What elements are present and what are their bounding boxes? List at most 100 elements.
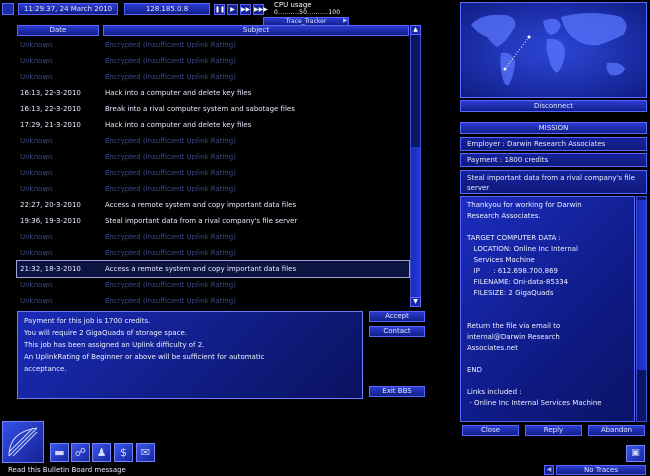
- date-column-header[interactable]: Date: [17, 25, 99, 36]
- row-date: Unknown: [20, 73, 53, 81]
- row-date: 21:32, 18-3-2010: [20, 265, 81, 273]
- table-row[interactable]: 21:32, 18-3-2010 Access a remote system a…: [16, 260, 410, 278]
- row-date: 16:13, 22-3-2010: [20, 105, 81, 113]
- detail-line: acceptance.: [24, 365, 67, 373]
- row-date: 22:27, 20-3-2010: [20, 201, 81, 209]
- pause-speed-button[interactable]: ❚❚: [214, 4, 225, 15]
- detail-line: Payment for this job is 1700 credits.: [24, 317, 151, 325]
- row-date: 19:36, 19-3-2010: [20, 217, 81, 225]
- no-traces-arrow-icon[interactable]: ◀: [544, 465, 554, 475]
- table-row[interactable]: Unknown Encrypted (Insufficient Uplink Ra…: [17, 69, 409, 85]
- fastest-speed-button[interactable]: ▶▶▶: [253, 4, 268, 15]
- letter-line: Services Machine: [467, 256, 535, 264]
- row-subject: Encrypted (Insufficient Uplink Rating): [105, 41, 236, 49]
- scroll-up-icon[interactable]: ▲: [410, 25, 421, 35]
- contact-button[interactable]: Contact: [369, 326, 425, 337]
- employer-field: Employer : Darwin Research Associates: [460, 137, 647, 151]
- row-date: Unknown: [20, 41, 53, 49]
- game-clock[interactable]: 11:29.37, 24 March 2010: [18, 3, 118, 15]
- user-status-icon[interactable]: ♟: [92, 443, 111, 462]
- table-row[interactable]: Unknown Encrypted (Insufficient Uplink Ra…: [17, 149, 409, 165]
- row-subject: Encrypted (Insufficient Uplink Rating): [105, 73, 236, 81]
- letter-line: FILENAME: Oni-data-85334: [467, 278, 569, 286]
- cpu-usage-label: CPU usage: [274, 1, 312, 9]
- letter-line: TARGET COMPUTER DATA :: [467, 234, 561, 242]
- letter-scrollbar-thumb[interactable]: [637, 200, 646, 370]
- table-row[interactable]: Unknown Encrypted (Insufficient Uplink Ra…: [17, 181, 409, 197]
- trace-tracker-next-arrow-icon[interactable]: ▶: [343, 17, 348, 24]
- table-row[interactable]: 16:13, 22-3-2010 Break into a rival compu…: [17, 101, 409, 117]
- play-speed-button[interactable]: ▶: [227, 4, 238, 15]
- row-subject: Encrypted (Insufficient Uplink Rating): [105, 249, 236, 257]
- no-traces-status: No Traces: [556, 465, 646, 475]
- mission-title: MISSION: [460, 122, 647, 134]
- letter-line: LOCATION: Online Inc Internal: [467, 245, 578, 253]
- email-icon[interactable]: ✉: [136, 443, 155, 462]
- row-date: Unknown: [20, 233, 53, 241]
- subject-column-header[interactable]: Subject: [103, 25, 409, 36]
- mission-letter-text: Thankyou for working for Darwin Research …: [460, 196, 635, 422]
- menu-square-button[interactable]: [2, 3, 14, 15]
- fast-speed-button[interactable]: ▶▶: [240, 4, 251, 15]
- row-subject: Encrypted (Insufficient Uplink Rating): [105, 297, 236, 305]
- trace-icon[interactable]: ▣: [626, 445, 645, 462]
- letter-line: ​: [467, 222, 628, 233]
- table-row[interactable]: Unknown Encrypted (Insufficient Uplink Ra…: [17, 133, 409, 149]
- job-details-panel: Payment for this job is 1700 credits. Yo…: [17, 311, 363, 399]
- letter-line: Research Associates.: [467, 212, 541, 220]
- reply-button[interactable]: Reply: [525, 425, 582, 436]
- memory-icon[interactable]: ☍: [71, 443, 90, 462]
- scroll-down-icon[interactable]: ▼: [410, 297, 421, 307]
- row-subject: Encrypted (Insufficient Uplink Rating): [105, 233, 236, 241]
- world-map[interactable]: [460, 2, 647, 98]
- disconnect-button[interactable]: Disconnect: [460, 100, 647, 112]
- letter-line: - Online Inc Internal Services Machine: [467, 399, 602, 407]
- row-date: 16:13, 22-3-2010: [20, 89, 81, 97]
- table-row[interactable]: Unknown Encrypted (Insufficient Uplink Ra…: [17, 37, 409, 53]
- row-subject: Encrypted (Insufficient Uplink Rating): [105, 185, 236, 193]
- table-row[interactable]: 16:13, 22-3-2010 Hack into a computer and…: [17, 85, 409, 101]
- detail-line: This job has been assigned an Uplink dif…: [24, 341, 205, 349]
- finance-icon[interactable]: $: [114, 443, 133, 462]
- table-row[interactable]: 22:27, 20-3-2010 Access a remote system a…: [17, 197, 409, 213]
- letter-line: Return the file via email to: [467, 322, 561, 330]
- table-row[interactable]: Unknown Encrypted (Insufficient Uplink Ra…: [17, 53, 409, 69]
- close-button[interactable]: Close: [462, 425, 519, 436]
- cpu-usage-scale: 0..........50..........100: [274, 9, 341, 16]
- row-subject: Break into a rival computer system and s…: [105, 105, 295, 113]
- accept-button[interactable]: Accept: [369, 311, 425, 322]
- row-date: Unknown: [20, 153, 53, 161]
- letter-line: END: [467, 366, 483, 374]
- hardware-icon[interactable]: ▬: [50, 443, 69, 462]
- letter-line: Links included :: [467, 388, 522, 396]
- letter-line: Associates.net: [467, 344, 518, 352]
- table-row[interactable]: 17:29, 21-3-2010 Hack into a computer and…: [17, 117, 409, 133]
- row-date: Unknown: [20, 281, 53, 289]
- table-row[interactable]: Unknown Encrypted (Insufficient Uplink Ra…: [17, 229, 409, 245]
- list-scrollbar-thumb[interactable]: [411, 147, 420, 297]
- letter-line: ​: [467, 299, 628, 310]
- detail-line: You will require 2 GigaQuads of storage …: [24, 329, 188, 337]
- letter-line: Thankyou for working for Darwin: [467, 201, 582, 209]
- row-subject: Access a remote system and copy importan…: [105, 265, 297, 273]
- payment-field: Payment : 1800 credits: [460, 153, 647, 167]
- row-date: Unknown: [20, 169, 53, 177]
- row-date: Unknown: [20, 185, 53, 193]
- table-row[interactable]: Unknown Encrypted (Insufficient Uplink Ra…: [17, 293, 409, 309]
- table-row[interactable]: Unknown Encrypted (Insufficient Uplink Ra…: [17, 165, 409, 181]
- table-row[interactable]: 19:36, 19-3-2010 Steal important data fro…: [17, 213, 409, 229]
- row-subject: Encrypted (Insufficient Uplink Rating): [105, 281, 236, 289]
- letter-line: internal@Darwin Research: [467, 333, 560, 341]
- row-date: 17:29, 21-3-2010: [20, 121, 81, 129]
- exit-bbs-button[interactable]: Exit BBS: [369, 386, 425, 397]
- row-date: Unknown: [20, 297, 53, 305]
- table-row[interactable]: Unknown Encrypted (Insufficient Uplink Ra…: [17, 245, 409, 261]
- row-subject: Access a remote system and copy importan…: [105, 201, 297, 209]
- gateway-ip[interactable]: 128.185.0.8: [124, 3, 210, 15]
- mission-summary: Steal important data from a rival compan…: [460, 170, 647, 194]
- row-subject: Encrypted (Insufficient Uplink Rating): [105, 153, 236, 161]
- uplink-logo-icon[interactable]: [2, 421, 44, 463]
- table-row[interactable]: Unknown Encrypted (Insufficient Uplink Ra…: [17, 277, 409, 293]
- abandon-button[interactable]: Abandon: [588, 425, 645, 436]
- letter-line: IP : 612.698.700.869: [467, 267, 559, 275]
